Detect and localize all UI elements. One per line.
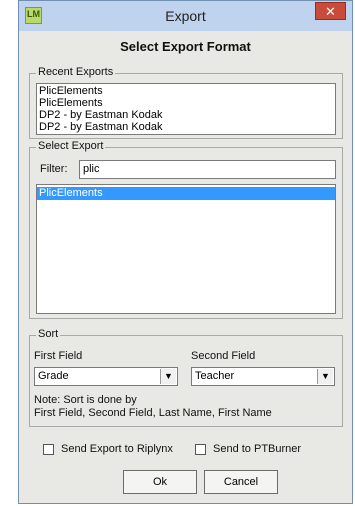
chevron-down-icon[interactable]: ▼ <box>160 369 176 384</box>
cancel-button[interactable]: Cancel <box>204 470 278 494</box>
second-field-value: Teacher <box>195 370 235 382</box>
first-field-select[interactable]: Grade ▼ <box>34 367 178 386</box>
window-title: Export <box>165 8 206 24</box>
list-item[interactable]: DP2 - by Eastman Kodak <box>37 109 335 121</box>
export-format-list[interactable]: PlicElements <box>36 184 336 314</box>
list-item[interactable]: DP2 - by Eastman Kodak <box>37 121 335 133</box>
second-field-label: Second Field <box>191 350 256 362</box>
sort-group: Sort First Field Second Field Grade ▼ Te… <box>29 328 343 427</box>
ptburner-label[interactable]: Send to PTBurner <box>213 443 301 455</box>
sort-note-line-2: First Field, Second Field, Last Name, Fi… <box>34 407 272 419</box>
ptburner-checkbox[interactable] <box>195 444 206 455</box>
list-item[interactable]: PlicElements <box>37 97 335 109</box>
close-button[interactable]: ✕ <box>315 2 346 20</box>
second-field-select[interactable]: Teacher ▼ <box>191 367 335 386</box>
title-bar[interactable]: LM Export ✕ <box>19 1 352 31</box>
ok-button[interactable]: Ok <box>123 470 197 494</box>
recent-exports-group: Recent Exports PlicElements PlicElements… <box>29 66 343 139</box>
list-item[interactable]: PlicElements <box>37 85 335 97</box>
select-export-group: Select Export Filter: plic PlicElements <box>29 140 343 319</box>
riplynx-label[interactable]: Send Export to Riplynx <box>61 443 173 455</box>
riplynx-checkbox[interactable] <box>43 444 54 455</box>
filter-label: Filter: <box>40 163 68 175</box>
first-field-value: Grade <box>38 370 69 382</box>
dialog-heading: Select Export Format <box>120 39 251 54</box>
first-field-label: First Field <box>34 350 83 362</box>
sort-note-line-1: Note: Sort is done by <box>34 394 137 406</box>
filter-input[interactable]: plic <box>79 160 336 179</box>
recent-exports-list[interactable]: PlicElements PlicElements DP2 - by Eastm… <box>36 83 336 135</box>
export-dialog: LM Export ✕ Select Export Format Recent … <box>18 0 353 504</box>
recent-exports-label: Recent Exports <box>36 66 116 78</box>
list-item-selected[interactable]: PlicElements <box>37 187 335 200</box>
select-export-label: Select Export <box>36 140 106 152</box>
sort-label: Sort <box>36 328 61 340</box>
chevron-down-icon[interactable]: ▼ <box>317 369 333 384</box>
